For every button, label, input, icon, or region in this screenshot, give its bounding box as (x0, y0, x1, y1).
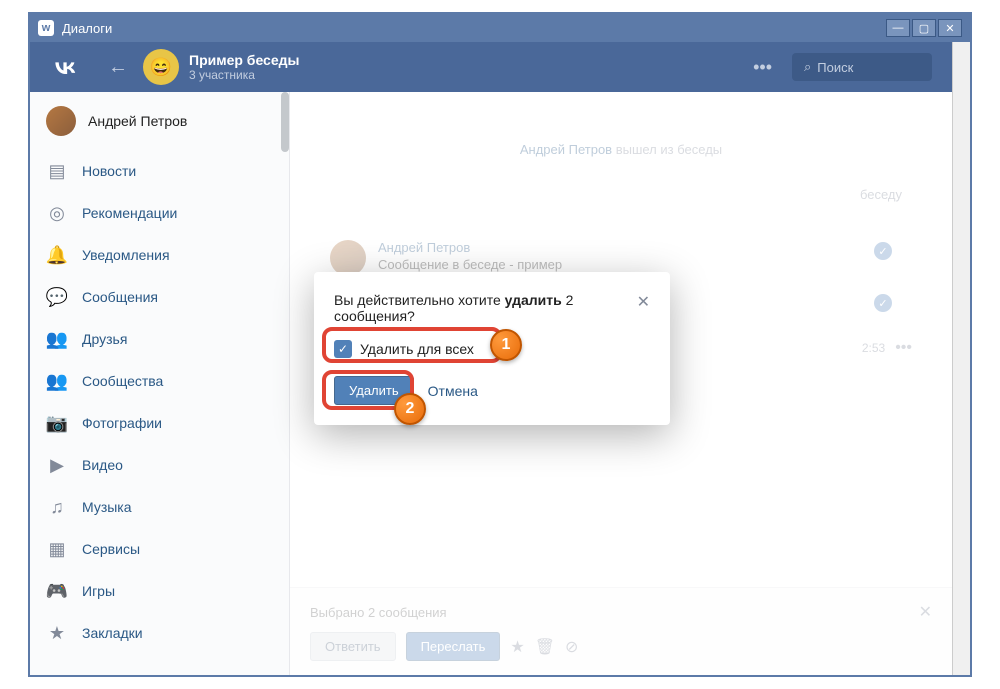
camera-icon: 📷 (46, 412, 68, 434)
star-icon: ★ (46, 622, 68, 644)
communities-icon: 👥 (46, 370, 68, 392)
search-input[interactable]: ⌕ Поиск (792, 53, 932, 81)
message-icon: 💬 (46, 286, 68, 308)
bell-icon: 🔔 (46, 244, 68, 266)
sidebar-item-video[interactable]: ▶Видео (30, 444, 289, 486)
sidebar-item-notifications[interactable]: 🔔Уведомления (30, 234, 289, 276)
app-icon: w (38, 20, 54, 36)
sidebar-item-recommendations[interactable]: ◎Рекомендации (30, 192, 289, 234)
dialog-close-icon[interactable]: ✕ (637, 292, 650, 312)
minimize-button[interactable]: — (886, 19, 910, 37)
back-arrow-icon[interactable]: ← (108, 56, 128, 79)
sidebar-item-messages[interactable]: 💬Сообщения (30, 276, 289, 318)
sidebar-item-music[interactable]: ♫Музыка (30, 486, 289, 528)
chat-avatar[interactable]: 😄 (143, 49, 179, 85)
services-icon: ▦ (46, 538, 68, 560)
sidebar-item-bookmarks[interactable]: ★Закладки (30, 612, 289, 654)
friends-icon: 👥 (46, 328, 68, 350)
chat-title: Пример беседы (189, 52, 733, 68)
dialog-message: Вы действительно хотите удалить 2 сообще… (334, 292, 637, 324)
sidebar-item-services[interactable]: ▦Сервисы (30, 528, 289, 570)
app-header: ← 😄 Пример беседы 3 участника ••• ⌕ Поис… (30, 42, 952, 92)
window-scrollbar[interactable] (952, 42, 970, 675)
maximize-button[interactable]: ▢ (912, 19, 936, 37)
sidebar-item-communities[interactable]: 👥Сообщества (30, 360, 289, 402)
checkbox-icon: ✓ (334, 340, 352, 358)
sidebar-item-photos[interactable]: 📷Фотографии (30, 402, 289, 444)
cancel-link[interactable]: Отмена (428, 383, 478, 399)
sidebar-scrollbar[interactable] (281, 92, 289, 152)
annotation-badge: 2 (394, 393, 426, 425)
profile-avatar (46, 106, 76, 136)
search-icon: ⌕ (804, 59, 811, 75)
chat-subtitle: 3 участника (189, 68, 733, 82)
window-title: Диалоги (62, 21, 112, 36)
close-button[interactable]: ✕ (938, 19, 962, 37)
compass-icon: ◎ (46, 202, 68, 224)
games-icon: 🎮 (46, 580, 68, 602)
annotation-badge: 1 (490, 329, 522, 361)
music-icon: ♫ (46, 496, 68, 518)
vk-logo-icon (50, 53, 78, 81)
window-titlebar: w Диалоги — ▢ ✕ (30, 14, 970, 42)
sidebar-profile[interactable]: Андрей Петров (30, 92, 289, 150)
more-icon[interactable]: ••• (753, 57, 772, 78)
sidebar-item-news[interactable]: ▤Новости (30, 150, 289, 192)
sidebar-item-games[interactable]: 🎮Игры (30, 570, 289, 612)
sidebar-item-friends[interactable]: 👥Друзья (30, 318, 289, 360)
video-icon: ▶ (46, 454, 68, 476)
news-icon: ▤ (46, 160, 68, 182)
sidebar: Андрей Петров ▤Новости ◎Рекомендации 🔔Ув… (30, 92, 290, 675)
